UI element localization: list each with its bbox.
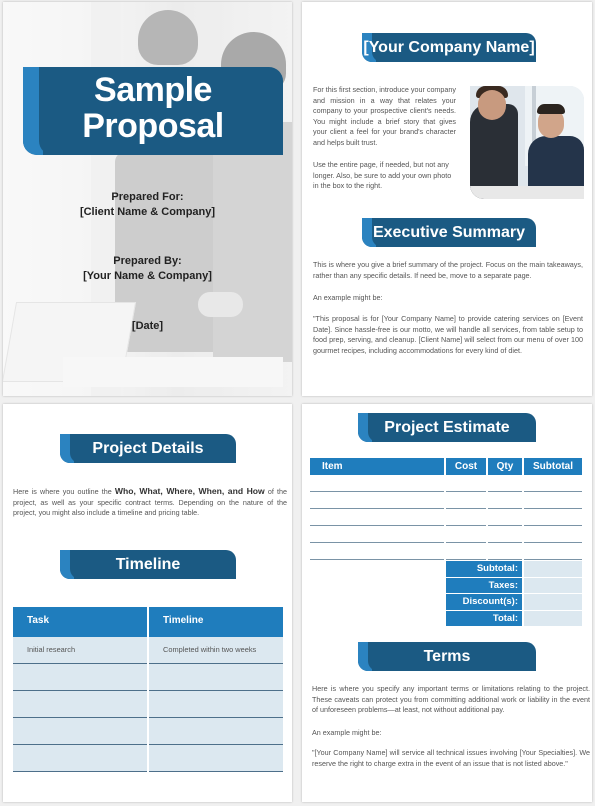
summary-label: Total: — [446, 610, 522, 626]
task-cell — [13, 664, 147, 691]
timeline-banner: Timeline — [60, 550, 236, 579]
timeline-heading: Timeline — [115, 556, 181, 573]
project-details-page: Project Details Here is where you outlin… — [3, 404, 292, 802]
table-row — [13, 691, 283, 718]
summary-label: Subtotal: — [446, 561, 522, 577]
summary-value — [524, 561, 582, 577]
timeline-cell — [149, 691, 283, 718]
column-header-subtotal: Subtotal — [524, 458, 582, 475]
prepared-by-block: Prepared By: [Your Name & Company] — [3, 254, 292, 284]
table-row: Initial research Completed within two we… — [13, 637, 283, 664]
column-header-timeline: Timeline — [149, 607, 283, 637]
terms-heading: Terms — [423, 648, 471, 665]
cover-title-line2: Proposal — [82, 107, 224, 145]
summary-label: Taxes: — [446, 577, 522, 593]
task-cell — [13, 718, 147, 745]
cover-page: Sample Proposal Prepared For: [Client Na… — [3, 2, 292, 396]
estimate-table: Item Cost Qty Subtotal Subtotal: Taxes: … — [310, 458, 584, 626]
summary-value — [524, 610, 582, 626]
table-row — [13, 664, 283, 691]
task-cell — [13, 745, 147, 772]
column-header-item: Item — [310, 458, 444, 475]
timeline-cell: Completed within two weeks — [149, 637, 283, 664]
timeline-cell — [149, 718, 283, 745]
terms-banner: Terms — [358, 642, 536, 671]
summary-row-total: Total: — [446, 610, 584, 626]
prepared-for-value: [Client Name & Company] — [79, 206, 216, 218]
estimate-blank-row — [310, 475, 584, 492]
terms-paragraph-3: "[Your Company Name] will service all te… — [312, 748, 590, 768]
estimate-table-header: Item Cost Qty Subtotal — [310, 458, 584, 475]
prepared-by-value: [Your Name & Company] — [83, 270, 212, 282]
estimate-page: Project Estimate Item Cost Qty Subtotal … — [302, 404, 592, 802]
timeline-cell — [149, 664, 283, 691]
prepared-for-block: Prepared For: [Client Name & Company] — [3, 190, 292, 220]
project-details-emphasis: Who, What, Where, When, and How — [114, 486, 265, 496]
project-estimate-heading: Project Estimate — [384, 419, 510, 436]
summary-value — [524, 577, 582, 593]
executive-summary-paragraph-1: This is where you give a brief summary o… — [313, 260, 583, 280]
column-header-task: Task — [13, 607, 147, 637]
terms-paragraph-1: Here is where you specify any important … — [312, 684, 590, 715]
project-details-heading: Project Details — [92, 440, 204, 457]
intro-paragraph-2: Use the entire page, if needed, but not … — [313, 160, 452, 191]
timeline-table-header: Task Timeline — [13, 607, 283, 637]
cover-title: Sample Proposal — [23, 72, 283, 144]
summary-row-discounts: Discount(s): — [446, 594, 584, 610]
cover-date: [Date] — [131, 320, 164, 332]
project-details-text: Here is where you outline the — [13, 487, 115, 496]
executive-summary-paragraph-3: "This proposal is for [Your Company Name… — [313, 314, 583, 355]
estimate-blank-row — [310, 543, 584, 560]
executive-summary-paragraph-2: An example might be: — [313, 293, 383, 302]
column-header-cost: Cost — [446, 458, 486, 475]
project-details-paragraph: Here is where you outline the Who, What,… — [13, 486, 287, 519]
prepared-for-label: Prepared For: — [111, 191, 184, 203]
table-row — [13, 718, 283, 745]
estimate-blank-row — [310, 526, 584, 543]
executive-summary-banner: Executive Summary — [362, 218, 536, 247]
intro-page: [Your Company Name] For this first secti… — [302, 2, 592, 396]
summary-label: Discount(s): — [446, 594, 522, 610]
cover-title-line1: Sample — [94, 71, 212, 109]
timeline-table: Task Timeline Initial research Completed… — [13, 607, 283, 772]
summary-row-subtotal: Subtotal: — [446, 561, 584, 577]
project-details-banner: Project Details — [60, 434, 236, 463]
intro-paragraph-1: For this first section, introduce your c… — [313, 85, 457, 147]
table-row — [13, 745, 283, 772]
estimate-blank-row — [310, 492, 584, 509]
timeline-cell — [149, 745, 283, 772]
company-name-heading: [Your Company Name] — [363, 39, 535, 56]
company-name-banner: [Your Company Name] — [362, 33, 536, 62]
estimate-blank-row — [310, 509, 584, 526]
project-estimate-banner: Project Estimate — [358, 413, 536, 442]
terms-paragraph-2: An example might be: — [312, 728, 382, 737]
company-photo — [470, 86, 584, 199]
prepared-by-label: Prepared By: — [113, 255, 182, 267]
column-header-qty: Qty — [488, 458, 522, 475]
task-cell — [13, 691, 147, 718]
summary-row-taxes: Taxes: — [446, 577, 584, 593]
task-cell: Initial research — [13, 637, 147, 664]
executive-summary-heading: Executive Summary — [372, 224, 526, 241]
summary-value — [524, 594, 582, 610]
